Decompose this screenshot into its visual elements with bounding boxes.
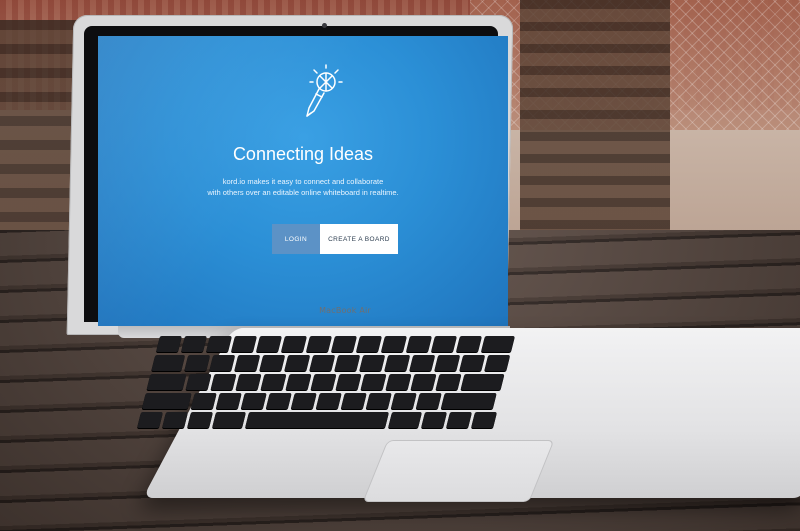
key[interactable] [381, 336, 407, 352]
key[interactable] [434, 355, 461, 371]
key[interactable] [310, 374, 337, 390]
key[interactable] [162, 412, 189, 428]
chair-right [520, 0, 670, 240]
key[interactable] [265, 393, 292, 409]
key[interactable] [190, 393, 217, 409]
hero-subtitle: kord.io makes it easy to connect and col… [98, 176, 508, 198]
key[interactable] [390, 393, 417, 409]
lightbulb-pencil-icon [306, 64, 343, 117]
key[interactable] [231, 336, 257, 352]
key[interactable] [210, 374, 237, 390]
device-brand-label: MacBook Air [319, 306, 371, 315]
laptop-screen: Connecting Ideas kord.io makes it easy t… [98, 36, 508, 326]
keyboard-row [151, 355, 625, 371]
keyboard [136, 336, 630, 432]
hero-subtitle-line-1: kord.io makes it easy to connect and col… [222, 177, 384, 186]
key[interactable] [206, 336, 232, 352]
key[interactable] [335, 374, 362, 390]
webcam [322, 23, 327, 28]
key[interactable] [456, 336, 482, 352]
key[interactable] [215, 393, 242, 409]
key[interactable] [256, 336, 282, 352]
key[interactable] [151, 355, 186, 371]
key[interactable] [137, 412, 164, 428]
key[interactable] [459, 355, 486, 371]
key[interactable] [446, 412, 473, 428]
key[interactable] [187, 412, 214, 428]
key[interactable] [234, 355, 261, 371]
key[interactable] [340, 393, 367, 409]
key[interactable] [365, 393, 392, 409]
key[interactable] [141, 393, 192, 409]
key[interactable] [290, 393, 317, 409]
key[interactable] [385, 374, 412, 390]
key[interactable] [212, 412, 247, 428]
key[interactable] [484, 355, 511, 371]
key[interactable] [460, 374, 505, 390]
key[interactable] [431, 336, 457, 352]
key[interactable] [435, 374, 462, 390]
trackpad[interactable] [362, 440, 555, 502]
key[interactable] [181, 336, 207, 352]
key[interactable] [156, 336, 182, 352]
key[interactable] [260, 374, 287, 390]
key[interactable] [334, 355, 361, 371]
key[interactable] [146, 374, 187, 390]
key[interactable] [471, 412, 498, 428]
keyboard-row [156, 336, 630, 352]
key[interactable] [259, 355, 286, 371]
key[interactable] [235, 374, 262, 390]
key[interactable] [306, 336, 332, 352]
key[interactable] [281, 336, 307, 352]
key[interactable] [309, 355, 336, 371]
key[interactable] [285, 374, 312, 390]
create-board-button[interactable]: CREATE A BOARD [320, 224, 398, 254]
spacebar[interactable] [245, 412, 390, 428]
keyboard-row [137, 412, 611, 428]
key[interactable] [415, 393, 442, 409]
key[interactable] [331, 336, 357, 352]
key[interactable] [209, 355, 236, 371]
key[interactable] [360, 374, 387, 390]
key[interactable] [185, 374, 212, 390]
key[interactable] [406, 336, 432, 352]
key[interactable] [356, 336, 382, 352]
key[interactable] [409, 355, 436, 371]
keyboard-row [146, 374, 621, 390]
key[interactable] [410, 374, 437, 390]
key[interactable] [315, 393, 342, 409]
key[interactable] [421, 412, 448, 428]
key[interactable] [184, 355, 211, 371]
key[interactable] [359, 355, 386, 371]
hero-subtitle-line-2: with others over an editable online whit… [207, 188, 399, 197]
key[interactable] [284, 355, 311, 371]
key[interactable] [384, 355, 411, 371]
key[interactable] [388, 412, 423, 428]
login-button[interactable]: LOGIN [272, 224, 320, 254]
keyboard-row [141, 393, 616, 409]
key[interactable] [240, 393, 267, 409]
key[interactable] [481, 336, 515, 352]
key[interactable] [440, 393, 497, 409]
hero-title: Connecting Ideas [232, 144, 374, 164]
